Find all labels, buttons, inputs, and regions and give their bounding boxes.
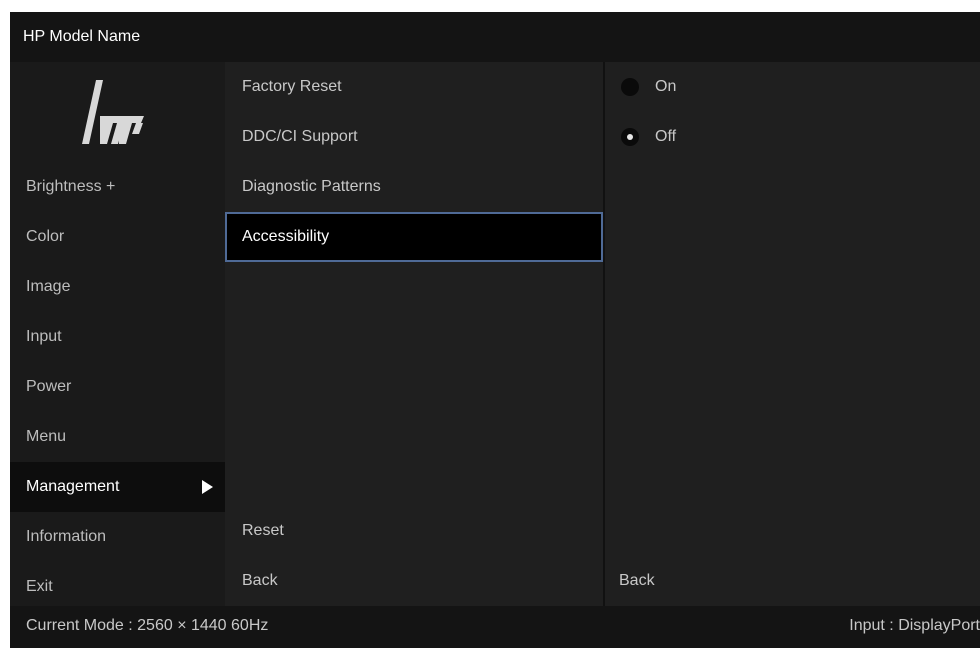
submenu-item-accessibility[interactable]: Accessibility [225,212,603,262]
menu-item-power[interactable]: Power [10,362,225,412]
menu-item-label: Information [26,528,107,545]
options-back-button[interactable]: Back [605,556,980,606]
option-label: Off [655,128,677,145]
option-on[interactable]: On [605,62,980,112]
menu-item-label: Image [26,278,71,295]
status-bar: Current Mode : 2560 × 1440 60Hz Input : … [10,606,980,648]
main-menu: Brightness + Color Image Input Power Men… [10,62,225,606]
management-submenu: Factory Reset DDC/CI Support Diagnostic … [225,62,603,606]
menu-item-exit[interactable]: Exit [10,562,225,612]
hp-logo [10,62,225,162]
menu-item-management[interactable]: Management [10,462,225,512]
input-status: Input : DisplayPort [849,617,980,634]
menu-item-information[interactable]: Information [10,512,225,562]
submenu-item-factory-reset[interactable]: Factory Reset [225,62,603,112]
arrow-right-icon [202,480,213,494]
title-bar: HP Model Name [10,12,980,62]
menu-item-label: Power [26,378,72,395]
submenu-item-ddc-ci-support[interactable]: DDC/CI Support [225,112,603,162]
menu-item-label: Management [26,478,120,495]
menu-item-label: Menu [26,428,67,445]
option-label: On [655,78,677,95]
submenu-item-label: Factory Reset [242,78,342,95]
options-panel: On Off Back [605,62,980,606]
menu-item-label: Color [26,228,65,245]
reset-button[interactable]: Reset [225,506,603,556]
menu-item-menu[interactable]: Menu [10,412,225,462]
monitor-osd: HP Model Name Brightness + Color Image I… [10,12,980,648]
current-mode-status: Current Mode : 2560 × 1440 60Hz [26,617,269,634]
submenu-item-diagnostic-patterns[interactable]: Diagnostic Patterns [225,162,603,212]
menu-item-label: Input [26,328,62,345]
radio-unchecked-icon[interactable] [621,78,639,96]
menu-item-label: Exit [26,578,53,595]
menu-item-image[interactable]: Image [10,262,225,312]
menu-item-label: Brightness + [26,178,116,195]
back-button[interactable]: Back [225,556,603,606]
radio-checked-icon[interactable] [621,128,639,146]
back-label: Back [242,572,278,589]
menu-item-color[interactable]: Color [10,212,225,262]
option-off[interactable]: Off [605,112,980,162]
submenu-item-label: Diagnostic Patterns [242,178,381,195]
back-label: Back [619,572,655,589]
model-name-title: HP Model Name [23,28,141,45]
submenu-item-label: DDC/CI Support [242,128,358,145]
menu-item-input[interactable]: Input [10,312,225,362]
submenu-item-label: Accessibility [242,228,330,245]
menu-item-brightness[interactable]: Brightness + [10,162,225,212]
reset-label: Reset [242,522,284,539]
